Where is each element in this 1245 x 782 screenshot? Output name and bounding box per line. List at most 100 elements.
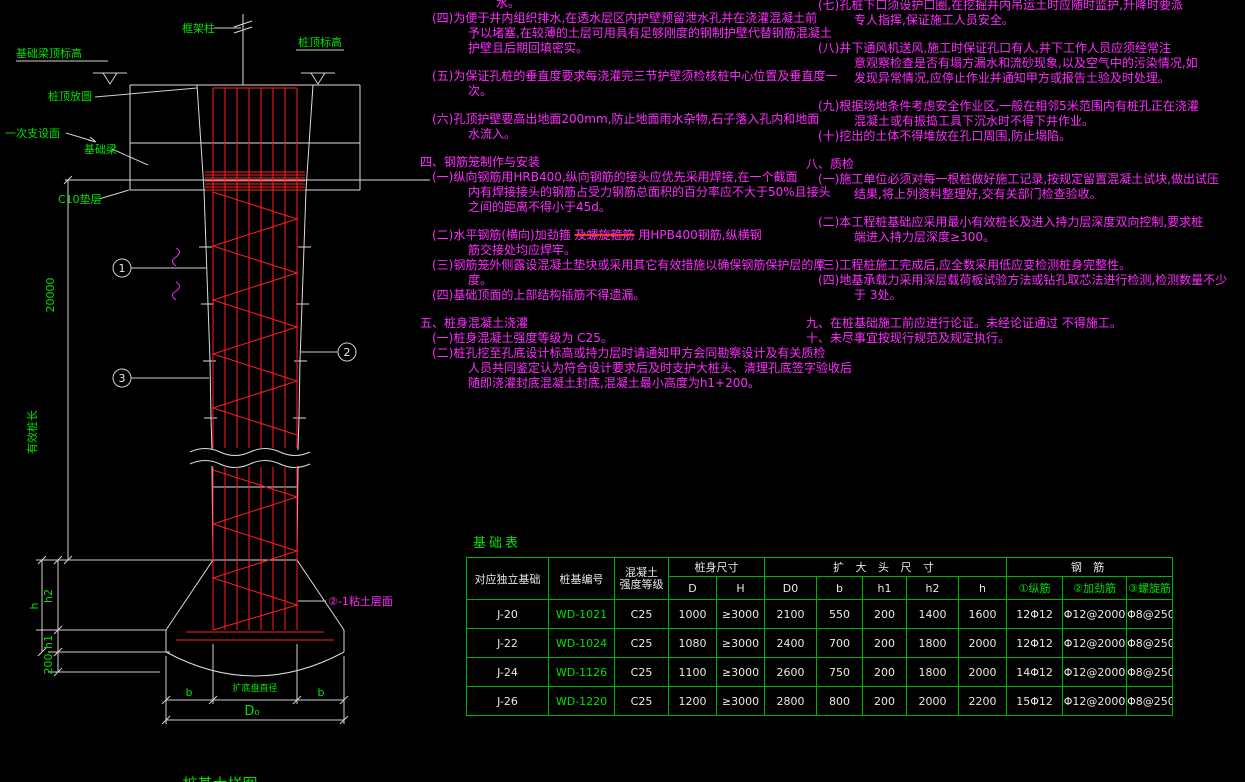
dimension-lines xyxy=(16,27,357,725)
note-line: 于 3处。 xyxy=(854,288,902,302)
note-line: (一)纵向钢筋用HRB400,纵向钢筋的接头应优先采用焊接,在一个截面 xyxy=(432,170,798,184)
cell: C25 xyxy=(614,628,669,658)
table-header-row-1: 对应独立基础 桩基编号 混凝土 强度等级 桩身尺寸 扩 大 头 尺 寸 钢 筋 xyxy=(466,557,1174,600)
note-line: 意观察检查是否有塌方漏水和流砂现象,以及空气中的污染情况,如 xyxy=(854,56,1198,70)
notes-column-left: 水。 (四)为便于井内组织排水,在透水层区内护壁预留泄水孔并在浇灌混凝土前 予以… xyxy=(420,0,853,391)
label-bell-diameter: 扩底盘直径 xyxy=(232,682,277,694)
note-segment: 用HPB400钢筋,纵横钢 xyxy=(634,228,762,242)
cell: 750 xyxy=(816,657,863,687)
cell: C25 xyxy=(614,686,669,716)
note-line: 专人指挥,保证施工人员安全。 xyxy=(854,13,1014,27)
cell: C25 xyxy=(614,657,669,687)
cad-sheet: 基础梁顶标高 框架柱 桩顶标高 桩顶放圆 一次支设面 基础梁 C10垫层 200… xyxy=(0,0,1245,782)
cell: WD-1024 xyxy=(548,628,615,658)
table-row: J-22 WD-1024 C25 1080 ≥3000 2400 700 200… xyxy=(466,628,1174,658)
label-cushion: C10垫层 xyxy=(58,192,102,206)
cell: ≥3000 xyxy=(716,686,765,716)
cell: Φ12@2000 xyxy=(1062,628,1128,658)
col-header: D xyxy=(668,576,717,600)
note-line: 随即浇灌封底混凝土封底,混凝土最小高度为h1+200。 xyxy=(468,376,761,390)
table-row: J-20 WD-1021 C25 1000 ≥3000 2100 550 200… xyxy=(466,599,1174,629)
notes-column-right: (七)孔桩下口须设护口圈,在挖掘井内吊运土时应随时监护,升降时要派 专人指挥,保… xyxy=(806,0,1245,346)
label-beam-top-elevation: 基础梁顶标高 xyxy=(16,46,82,60)
cell: Φ12@2000 xyxy=(1062,686,1128,716)
cell: 1600 xyxy=(957,599,1008,629)
table-row: J-24 WD-1126 C25 1100 ≥3000 2600 750 200… xyxy=(466,657,1174,687)
cell: 2800 xyxy=(764,686,817,716)
col-header: 混凝土 强度等级 xyxy=(614,557,669,600)
cell: 15Φ12 xyxy=(1006,686,1064,716)
note-line: (一)桩身混凝土强度等级为 C25。 xyxy=(432,331,613,345)
cell: 1000 xyxy=(668,599,717,629)
cell: ≥3000 xyxy=(716,657,765,687)
note-line: (五)为保证孔桩的垂直度要求每浇灌完三节护壁须检核桩中心位置及垂直度一 xyxy=(432,69,838,83)
dim-D0: D₀ xyxy=(244,704,259,719)
cell: WD-1220 xyxy=(548,686,615,716)
cell: 550 xyxy=(816,599,863,629)
note-line: (四)为便于井内组织排水,在透水层区内护壁预留泄水孔并在浇灌混凝土前 xyxy=(432,11,818,25)
label-clay-layer: ②-1粘土层面 xyxy=(328,594,393,608)
col-header: ①纵筋 xyxy=(1006,576,1064,600)
note-line: 混凝土或有振捣工具下沉水时不得下井作业。 xyxy=(854,114,1095,128)
note-line: (十)挖出的土体不得堆放在孔口周围,防止塌陷。 xyxy=(818,129,1072,143)
cell: WD-1126 xyxy=(548,657,615,687)
cell: 2000 xyxy=(957,657,1008,687)
note-line: 结果,将上列资料整理好,交有关部门检查验收。 xyxy=(854,187,1102,201)
col-header: h1 xyxy=(862,576,907,600)
dim-h: h xyxy=(28,602,41,609)
note-line: (二)水平钢筋(横向)加劲箍 及螺旋箍筋 用HPB400钢筋,纵横钢 xyxy=(432,228,820,243)
cell: 800 xyxy=(816,686,863,716)
cell: J-24 xyxy=(466,657,549,687)
cell: ≥3000 xyxy=(716,628,765,658)
note-line: (四)地基承载力采用深层载荷板试验方法或钻孔取芯法进行检测,检测数量不少 xyxy=(818,273,1228,287)
cell: 12Φ12 xyxy=(1006,628,1064,658)
note-line: 予以堵塞,在较薄的土层可用具有足够刚度的钢制护壁代替钢筋混凝土 xyxy=(468,26,832,40)
cell: Φ12@2000 xyxy=(1062,599,1128,629)
note-line: (三)钢筋笼外侧露设混凝土垫块或采用其它有效措施以确保钢筋保护层的厚 xyxy=(432,258,826,272)
note-line: 护壁且后期回填密实。 xyxy=(468,41,589,55)
note-section-heading: 四、钢筋笼制作与安装 xyxy=(420,155,541,169)
cell: Φ12@2000 xyxy=(1062,657,1128,687)
table-row: J-26 WD-1220 C25 1200 ≥3000 2800 800 200… xyxy=(466,686,1174,716)
note-line: 发现异常情况,应停止作业并通知甲方或报告土验及时处理。 xyxy=(854,71,1170,85)
cell: Φ8@250 xyxy=(1126,686,1174,716)
cell: 1400 xyxy=(906,599,959,629)
note-line: (二)桩孔挖至孔底设计标高或持力层时请通知甲方会同勘察设计及有关质检 xyxy=(432,346,826,360)
rebar-cage xyxy=(176,87,334,641)
cell: 12Φ12 xyxy=(1006,599,1064,629)
cell: 1100 xyxy=(668,657,717,687)
note-line: (九)根据场地条件考虑安全作业区,一般在相邻5米范围内有桩孔正在浇灌 xyxy=(818,99,1199,113)
cell: ≥3000 xyxy=(716,599,765,629)
callout-2: 2 xyxy=(344,346,351,359)
cell: 2600 xyxy=(764,657,817,687)
cell: 2400 xyxy=(764,628,817,658)
cell: 200 xyxy=(862,599,907,629)
cell: 2100 xyxy=(764,599,817,629)
cell: WD-1021 xyxy=(548,599,615,629)
col-header: ②加劲筋 xyxy=(1062,576,1128,600)
sheet-title-clipped: 桩基大样图 xyxy=(182,775,257,782)
note-line: (四)基础顶面的上部结构插筋不得遗漏。 xyxy=(432,288,646,302)
dim-pile-length: 20000 xyxy=(44,278,57,313)
label-pile-top-elevation: 桩顶标高 xyxy=(298,35,342,49)
cell: 2000 xyxy=(957,628,1008,658)
note-line: (七)孔桩下口须设护口圈,在挖掘井内吊运土时应随时监护,升降时要派 xyxy=(818,0,1183,12)
note-line: (三)工程桩施工完成后,应全数采用低应变检测桩身完整性。 xyxy=(818,258,1132,272)
col-header: H xyxy=(716,576,765,600)
note-line: 筋交接处均应焊牢。 xyxy=(468,243,577,257)
note-line: 次。 xyxy=(468,84,493,98)
note-segment: (二)水平钢筋(横向)加劲箍 xyxy=(432,228,575,242)
cell: 2000 xyxy=(906,686,959,716)
note-line: (六)孔顶护壁要高出地面200mm,防止地面雨水杂物,石子落入孔内和地面 xyxy=(432,112,820,126)
col-header: b xyxy=(816,576,863,600)
note-line: 人员共同鉴定认为符合设计要求后及时支护大桩头、清理孔底签字验收后 xyxy=(468,361,853,375)
cell: 200 xyxy=(862,686,907,716)
cell: Φ8@250 xyxy=(1126,628,1174,658)
note-line: 内有焊接接头的钢筋占受力钢筋总面积的百分率应不大于50%且接头 xyxy=(468,185,831,199)
cell: 2200 xyxy=(957,686,1008,716)
col-header: 桩基编号 xyxy=(548,557,615,600)
label-foundation-beam: 基础梁 xyxy=(84,142,117,156)
note-line: 之间的距离不得小于45d。 xyxy=(468,200,611,214)
cell: 200 xyxy=(862,628,907,658)
cell: 1200 xyxy=(668,686,717,716)
